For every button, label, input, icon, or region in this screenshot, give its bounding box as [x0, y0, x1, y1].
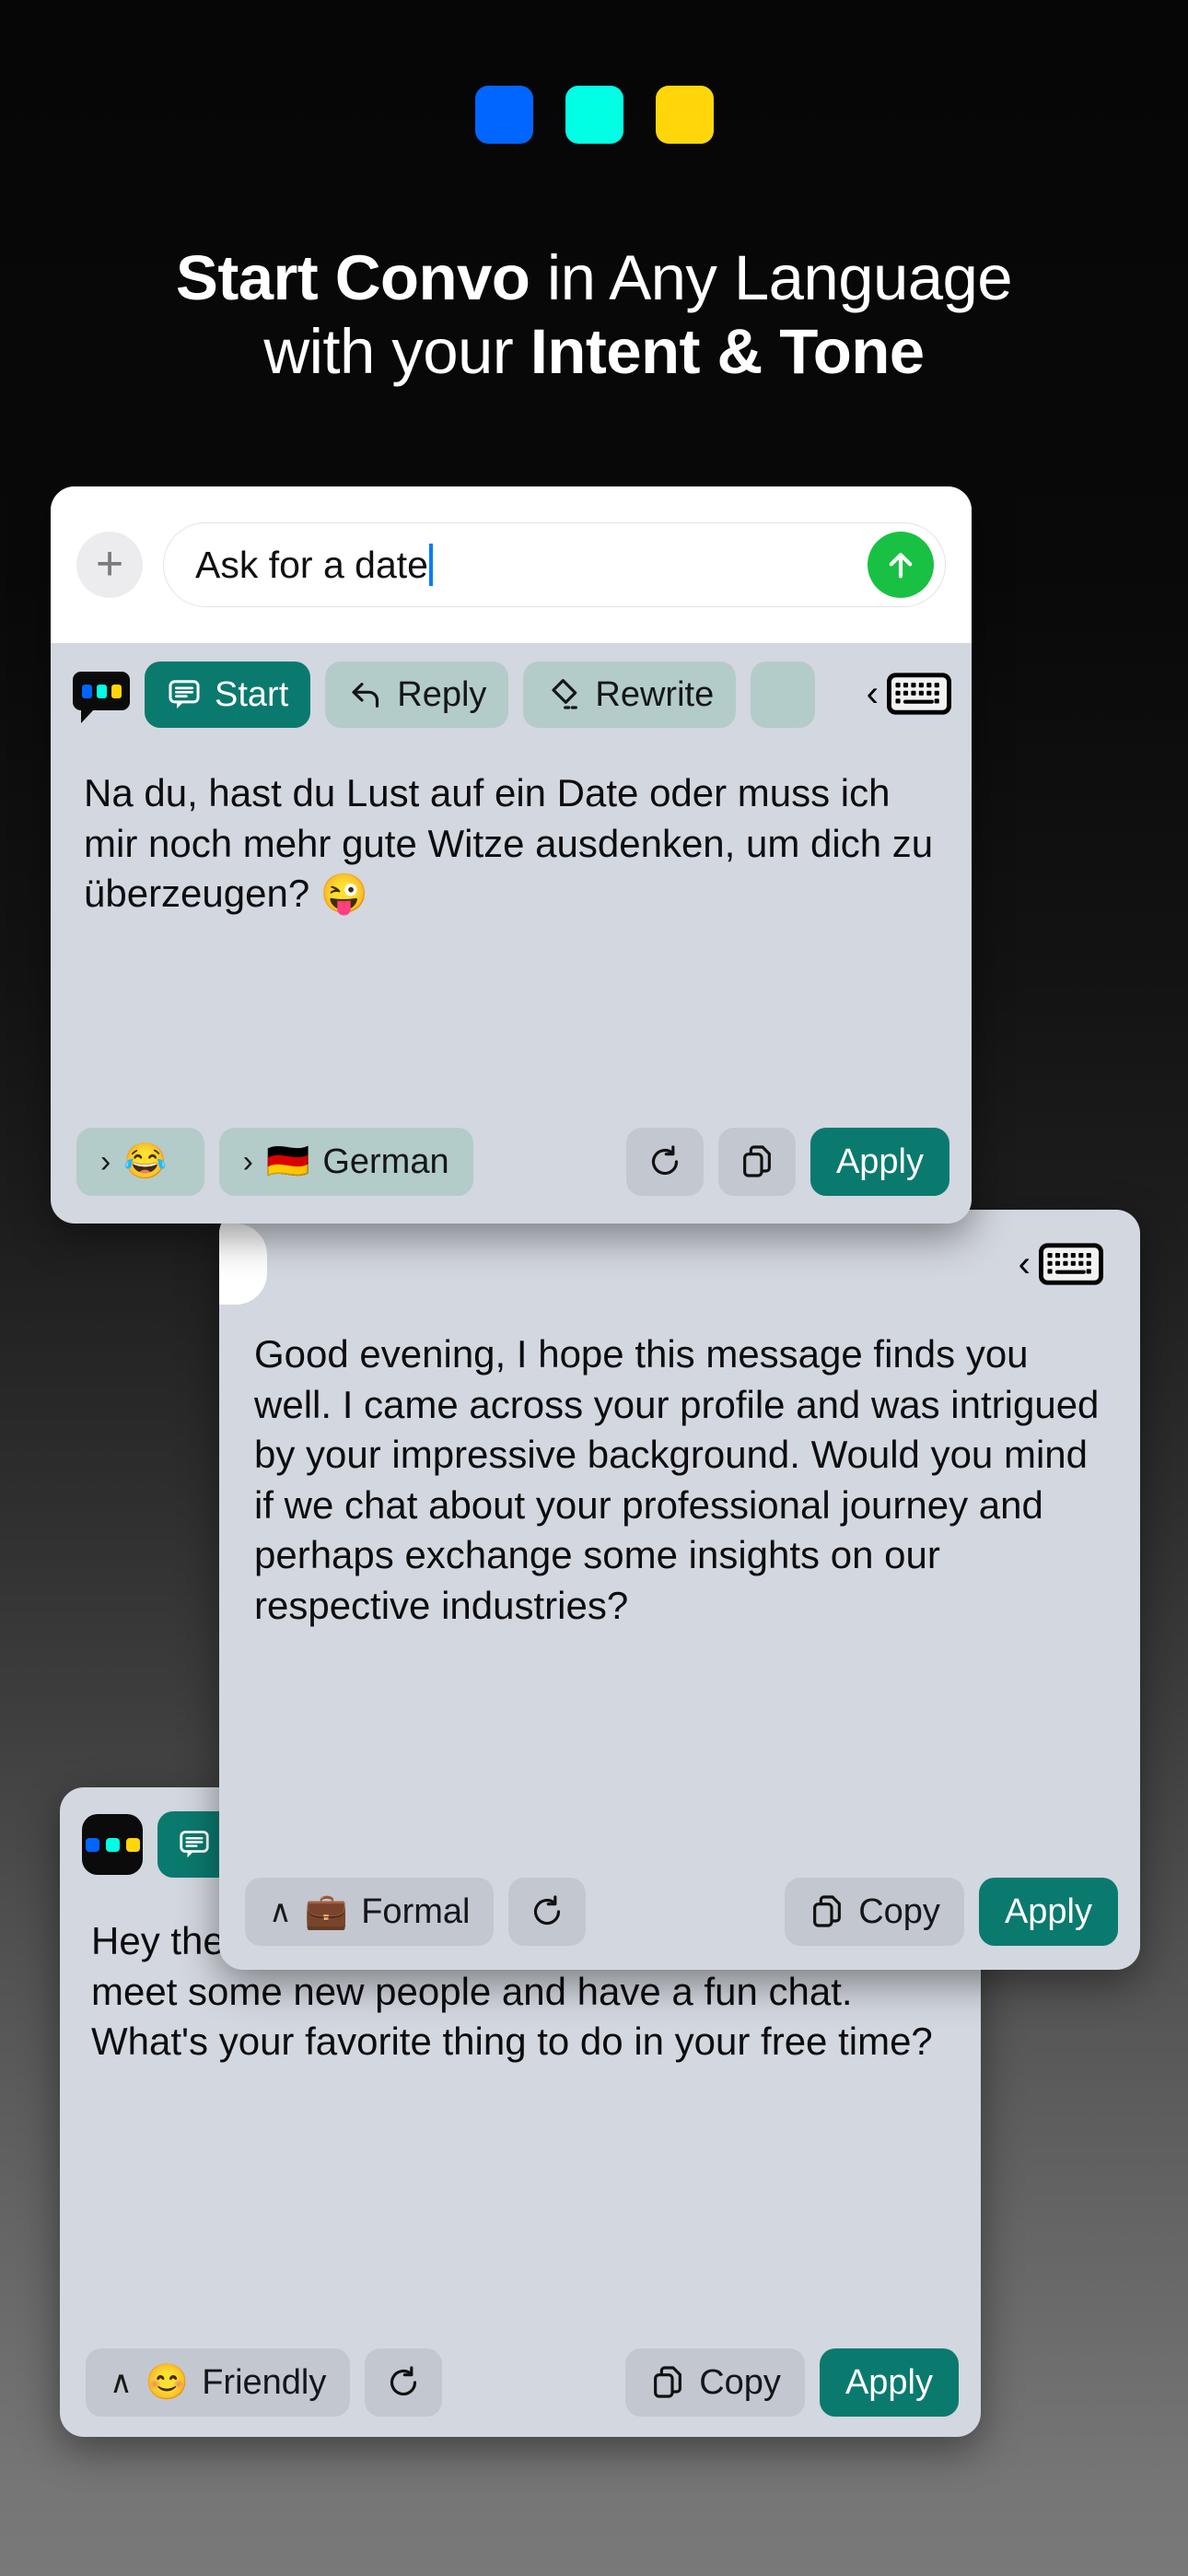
add-attachment-button[interactable]: + [76, 532, 143, 598]
headline-rest-1: in Any Language [530, 242, 1013, 313]
apply-button[interactable]: Apply [809, 1128, 949, 1196]
refresh-icon [651, 1145, 679, 1176]
copy-icon [654, 2366, 682, 2398]
copy-button-label: Copy [699, 2362, 781, 2402]
chevron-left-icon: ‹ [1018, 1244, 1031, 1284]
card2-toolbar: ‹ [219, 1210, 1140, 1318]
card1-message: Na du, hast du Lust auf ein Date oder mu… [84, 771, 934, 916]
language-chip-label: German [322, 1142, 449, 1181]
suggestion-card-formal: ‹ Good evening, I hope this message find… [219, 1210, 1140, 1970]
language-chip-german[interactable]: › 🇩🇪 German [218, 1128, 473, 1196]
bubble-tail [81, 708, 95, 723]
speech-bubble-lines-icon [180, 1831, 209, 1858]
tab-rewrite-label: Rewrite [595, 674, 715, 714]
card2-footer: ∧ 💼 Formal Copy Apply [219, 1878, 1140, 1970]
plus-icon: + [95, 537, 124, 591]
reply-arrow-icon [352, 683, 379, 708]
friendly-emoji-icon: 😊 [145, 2363, 190, 2402]
headline-bold-1: Start Convo [175, 242, 530, 313]
copy-button[interactable] [717, 1128, 796, 1196]
copy-button[interactable]: Copy [785, 1878, 964, 1946]
headline-bold-2: Intent & Tone [530, 316, 925, 388]
regenerate-button[interactable] [508, 1878, 587, 1946]
prompt-input-bar: + Ask for a date [51, 486, 972, 643]
card3-footer: ∧ 😊 Friendly Copy Apply [60, 2348, 981, 2437]
tone-chip-funny[interactable]: › 😂 [76, 1128, 204, 1196]
keyboard-icon [1039, 1243, 1103, 1285]
refresh-icon [534, 1895, 561, 1926]
screen-background: Start Convo in Any Language with your In… [0, 0, 1188, 2576]
keyboard-dismiss-button[interactable]: ‹ [1019, 1240, 1103, 1288]
tone-chip-formal[interactable]: ∧ 💼 Formal [245, 1878, 495, 1946]
tab-reply-label: Reply [397, 674, 487, 714]
yellow-square-icon [655, 86, 714, 144]
prompt-input-value: Ask for a date [195, 543, 428, 586]
chevron-left-icon: ‹ [866, 673, 879, 714]
page-headline: Start Convo in Any Language with your In… [0, 241, 1188, 389]
copy-icon [813, 1895, 842, 1927]
card1-footer: › 😂 › 🇩🇪 German Apply [51, 1128, 972, 1224]
apply-button[interactable]: Apply [819, 2348, 959, 2417]
arrow-up-circle-icon [880, 544, 921, 585]
app-icon [73, 672, 130, 723]
pen-edit-icon [552, 679, 578, 709]
cyan-square-icon [565, 86, 623, 144]
briefcase-emoji-icon: 💼 [304, 1892, 349, 1931]
suggestion-card-german: + Ask for a date Start Reply Rewrite ‹ N… [51, 486, 972, 1224]
german-flag-icon: 🇩🇪 [265, 1142, 310, 1181]
blue-square-icon [474, 86, 533, 144]
laughing-emoji-icon: 😂 [123, 1142, 168, 1181]
headline-pre-2: with your [263, 316, 530, 388]
tone-chip-label: Formal [361, 1891, 471, 1931]
app-icon [82, 1814, 143, 1875]
chevron-right-icon: › [100, 1144, 111, 1179]
text-caret [428, 544, 433, 586]
tab-start-label: Start [215, 674, 289, 714]
tab-partial[interactable] [219, 1224, 267, 1305]
card1-toolbar: Start Reply Rewrite ‹ [51, 643, 972, 744]
tone-chip-friendly[interactable]: ∧ 😊 Friendly [86, 2348, 351, 2417]
send-button[interactable] [868, 532, 934, 598]
copy-icon [743, 1145, 771, 1177]
speech-bubble-lines-icon [169, 680, 200, 709]
chevron-up-icon: ∧ [110, 2365, 133, 2400]
prompt-input-field[interactable]: Ask for a date [163, 522, 946, 607]
card2-message: Good evening, I hope this message finds … [254, 1332, 1100, 1627]
copy-button-label: Copy [858, 1891, 940, 1931]
tab-start[interactable]: Start [145, 662, 311, 728]
tone-chip-label: Friendly [202, 2362, 327, 2402]
tab-more[interactable] [751, 662, 816, 728]
copy-button[interactable]: Copy [625, 2348, 805, 2417]
brand-logo [0, 86, 1188, 144]
tab-reply[interactable]: Reply [325, 662, 509, 728]
regenerate-button[interactable] [625, 1128, 704, 1196]
keyboard-dismiss-button[interactable]: ‹ [867, 670, 951, 718]
chevron-up-icon: ∧ [269, 1894, 292, 1929]
chevron-right-icon: › [242, 1144, 253, 1179]
tab-rewrite[interactable]: Rewrite [523, 662, 737, 728]
refresh-icon [390, 2366, 417, 2396]
regenerate-button[interactable] [365, 2348, 443, 2417]
apply-button[interactable]: Apply [978, 1878, 1118, 1946]
keyboard-icon [887, 673, 951, 715]
